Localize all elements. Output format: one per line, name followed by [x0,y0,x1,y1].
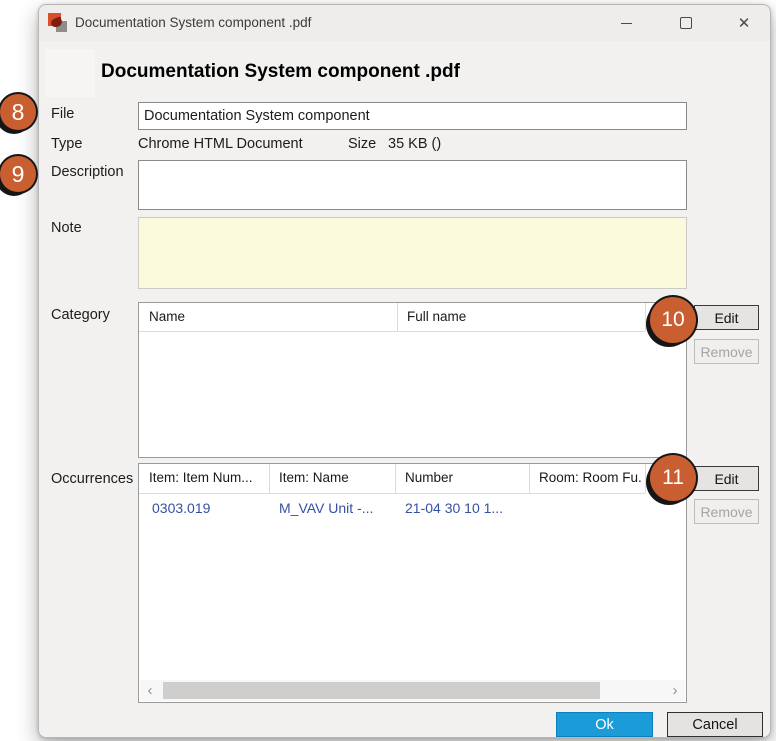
column-divider [645,303,646,331]
occurrence-item-name: M_VAV Unit -... [279,500,373,516]
occurrences-label: Occurrences [51,471,133,487]
minimize-button[interactable] [611,8,641,38]
category-column-fullname[interactable]: Full name [407,309,466,324]
category-remove-button: Remove [694,339,759,364]
occurrences-column-item-name[interactable]: Item: Name [279,470,391,485]
scrollbar-thumb[interactable] [163,682,600,699]
ok-button[interactable]: Ok [556,712,653,737]
file-label: File [51,106,74,122]
window-title: Documentation System component .pdf [75,5,311,41]
occurrences-edit-button[interactable]: Edit [694,466,759,491]
size-value: 35 KB () [388,136,441,152]
screenshot: Documentation System component .pdf ✕ Do… [0,0,776,741]
callout-badge-9: 9 [0,156,36,192]
close-icon: ✕ [738,16,751,31]
category-label: Category [51,307,110,323]
callout-badge-10: 10 [650,297,696,343]
close-button[interactable]: ✕ [729,8,759,38]
maximize-button[interactable] [671,8,701,38]
column-divider [645,464,646,493]
callout-badge-8: 8 [0,94,36,130]
size-label: Size [348,136,376,152]
occurrences-list[interactable]: Item: Item Num... Item: Name Number Room… [138,463,687,703]
column-divider [395,464,396,493]
occurrence-number: 21-04 30 10 1... [405,500,503,516]
description-input[interactable] [138,160,687,210]
header-underline [139,493,645,494]
callout-badge-11: 11 [650,455,696,501]
category-header-row: Name Full name [139,303,686,331]
note-input[interactable] [138,217,687,289]
occurrences-column-number[interactable]: Number [405,470,525,485]
category-list[interactable]: Name Full name [138,302,687,458]
note-label: Note [51,220,82,236]
category-column-name[interactable]: Name [149,309,185,324]
scroll-right-icon[interactable]: › [665,680,685,701]
horizontal-scrollbar[interactable]: ‹ › [140,680,685,701]
cancel-button[interactable]: Cancel [667,712,763,737]
column-divider [269,464,270,493]
header-underline [139,331,645,332]
column-divider [397,303,398,331]
occurrences-header-row: Item: Item Num... Item: Name Number Room… [139,464,686,493]
page-title: Documentation System component .pdf [101,61,460,83]
type-value: Chrome HTML Document [138,136,303,152]
app-icon [48,13,68,33]
occurrences-column-item-number[interactable]: Item: Item Num... [149,470,265,485]
file-input[interactable] [138,102,687,130]
scroll-left-icon[interactable]: ‹ [140,680,160,701]
watermark-square [45,49,95,97]
column-divider [529,464,530,493]
occurrences-remove-button: Remove [694,499,759,524]
maximize-icon [680,17,692,29]
occurrence-item-number: 0303.019 [152,500,210,516]
dialog-window: Documentation System component .pdf ✕ Do… [38,4,771,738]
category-edit-button[interactable]: Edit [694,305,759,330]
type-label: Type [51,136,82,152]
description-label: Description [51,164,124,180]
title-bar: Documentation System component .pdf ✕ [39,5,770,41]
minimize-icon [621,23,632,24]
occurrences-column-room[interactable]: Room: Room Fu... [539,470,642,485]
